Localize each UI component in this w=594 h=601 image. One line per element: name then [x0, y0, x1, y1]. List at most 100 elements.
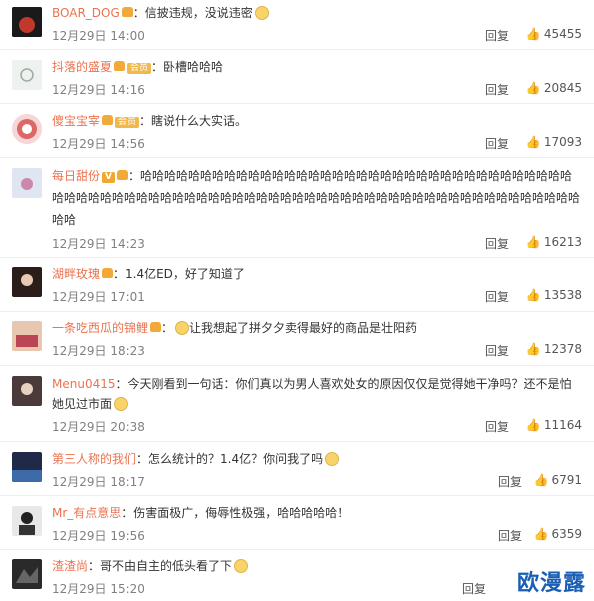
like-button[interactable]: 👍 20845 [526, 81, 582, 95]
reply-button[interactable]: 回复 [485, 342, 509, 359]
comment-date: 12月29日 18:17 [52, 475, 145, 489]
username[interactable]: Menu0415 [52, 377, 116, 391]
comment-item: BOAR_DOG ：信披违规，没说违密 12月29日 14:00 回复 👍 4545… [0, 0, 594, 50]
username[interactable]: 渣渣尚 [52, 559, 88, 573]
username[interactable]: Mr_有点意思 [52, 506, 121, 520]
like-count: 13538 [543, 288, 582, 302]
like-count: 6359 [551, 527, 582, 541]
like-count: 16213 [543, 235, 582, 249]
username[interactable]: 第三人称的我们 [52, 452, 136, 466]
like-button[interactable]: 👍 17093 [526, 135, 582, 149]
reply-button[interactable]: 回复 [485, 135, 509, 152]
reply-button[interactable]: 回复 [498, 473, 522, 490]
avatar[interactable] [12, 267, 42, 297]
like-count: 20845 [543, 81, 582, 95]
comment-date: 12月29日 14:16 [52, 83, 145, 97]
avatar[interactable] [12, 114, 42, 144]
like-button[interactable]: 👍 6359 [534, 527, 583, 541]
avatar[interactable] [12, 168, 42, 198]
comment-date: 12月29日 17:01 [52, 290, 145, 304]
avatar[interactable] [12, 559, 42, 589]
thumbs-up-icon: 👍 [525, 235, 541, 249]
emoji-icon [254, 6, 269, 20]
username[interactable]: 抖落的盛夏 [52, 60, 112, 74]
comment-item: 一条吃西瓜的锦鲤 ： 让我想起了拼夕夕卖得最好的商品是壮阳药 12月29日 18:2… [0, 314, 594, 366]
emoji-icon [114, 397, 129, 411]
username[interactable]: 湖畔玫瑰 [52, 267, 100, 281]
reply-button[interactable]: 回复 [485, 27, 509, 44]
like-button[interactable]: 👍 45455 [526, 27, 582, 41]
comment-text: ：今天刚看到一句话：你们真以为男人喜欢处女的原因仅仅是觉得她干净吗？还不是怕她见… [52, 377, 572, 411]
comment-item: 湖畔玫瑰 ：1.4亿ED，好了知道了 12月29日 17:01 回复 👍 13538 [0, 260, 594, 312]
avatar[interactable] [12, 321, 42, 351]
emoji-icon [234, 559, 249, 573]
colon: ： [161, 321, 174, 335]
comment-item: 每日甜份 V ：哈哈哈哈哈哈哈哈哈哈哈哈哈哈哈哈哈哈哈哈哈哈哈哈哈哈哈哈哈哈哈哈哈哈… [0, 160, 594, 258]
comment-text: 让我想起了拼夕夕卖得最好的商品是壮阳药 [189, 321, 418, 335]
comment-text: ：哥不由自主的低头看了下 [88, 559, 233, 573]
reply-button[interactable]: 回复 [485, 235, 509, 252]
thumbs-up-icon: 👍 [525, 342, 541, 356]
thumbs-up-icon: 👍 [533, 527, 549, 541]
member-badge: 会员 [127, 63, 152, 74]
crown-icon [114, 61, 126, 71]
reply-button[interactable]: 回复 [485, 288, 509, 305]
like-button[interactable]: 👍 13538 [526, 288, 582, 302]
emoji-icon [325, 452, 340, 466]
like-count: 17093 [543, 135, 582, 149]
comment-text: ：卧槽哈哈哈 [151, 60, 224, 74]
thumbs-up-icon: 👍 [525, 135, 541, 149]
like-button[interactable]: 👍 16213 [526, 235, 582, 249]
crown-icon [150, 322, 162, 332]
thumbs-up-icon: 👍 [525, 27, 541, 41]
avatar[interactable] [12, 376, 42, 406]
username[interactable]: 每日甜份 [52, 169, 100, 183]
comment-item: Mr_有点意思：伤害面极广，侮辱性极强，哈哈哈哈哈！ 12月29日 19:56 … [0, 498, 594, 550]
comment-text: ：瞎说什么大实话。 [139, 114, 248, 128]
verified-badge: V [102, 172, 115, 183]
username[interactable]: 一条吃西瓜的锦鲤 [52, 321, 148, 335]
like-button[interactable]: 👍 12378 [526, 342, 582, 356]
comment-text: ：信披违规，没说违密 [132, 6, 253, 20]
like-button[interactable]: 👍 6791 [534, 473, 583, 487]
comment-date: 12月29日 19:56 [52, 529, 145, 543]
like-count: 11164 [543, 418, 582, 432]
watermark: 欧漫露 [516, 571, 586, 596]
like-count: 12378 [543, 342, 582, 356]
emoji-icon [175, 321, 190, 335]
comment-item: Menu0415：今天刚看到一句话：你们真以为男人喜欢处女的原因仅仅是觉得她干净… [0, 368, 594, 442]
comment-item: 渣渣尚：哥不由自主的低头看了下 12月29日 15:20 回复 [0, 552, 594, 601]
comment-date: 12月29日 14:00 [52, 29, 145, 43]
like-button[interactable]: 👍 11164 [526, 418, 582, 432]
avatar[interactable] [12, 506, 42, 536]
member-badge: 会员 [115, 117, 140, 128]
comment-date: 12月29日 14:23 [52, 237, 145, 251]
comment-text: ：1.4亿ED，好了知道了 [113, 267, 245, 281]
avatar[interactable] [12, 7, 42, 37]
comment-text: ：哈哈哈哈哈哈哈哈哈哈哈哈哈哈哈哈哈哈哈哈哈哈哈哈哈哈哈哈哈哈哈哈哈哈哈哈哈哈哈… [52, 169, 581, 227]
comment-text: ：怎么统计的？1.4亿？你问我了吗 [136, 452, 324, 466]
comment-date: 12月29日 15:20 [52, 582, 145, 596]
reply-button[interactable]: 回复 [462, 580, 486, 597]
comment-item: 抖落的盛夏 会员 ：卧槽哈哈哈 12月29日 14:16 回复 👍 20845 [0, 52, 594, 104]
reply-button[interactable]: 回复 [485, 418, 509, 435]
thumbs-up-icon: 👍 [525, 288, 541, 302]
crown-icon [102, 115, 114, 125]
thumbs-up-icon: 👍 [525, 81, 541, 95]
username[interactable]: BOAR_DOG [52, 6, 120, 20]
like-count: 6791 [551, 473, 582, 487]
reply-button[interactable]: 回复 [485, 81, 509, 98]
avatar[interactable] [12, 60, 42, 90]
avatar[interactable] [12, 452, 42, 482]
like-count: 45455 [543, 27, 582, 41]
reply-button[interactable]: 回复 [498, 527, 522, 544]
crown-icon [116, 170, 128, 180]
crown-icon [121, 7, 133, 17]
username[interactable]: 傻宝宝宰 [52, 114, 100, 128]
comment-date: 12月29日 18:23 [52, 344, 145, 358]
comment-date: 12月29日 20:38 [52, 420, 145, 434]
thumbs-up-icon: 👍 [525, 418, 541, 432]
comment-text: ：伤害面极广，侮辱性极强，哈哈哈哈哈！ [121, 506, 350, 520]
crown-icon [102, 268, 114, 278]
comment-item: 傻宝宝宰 会员 ：瞎说什么大实话。 12月29日 14:56 回复 👍 17093 [0, 106, 594, 158]
